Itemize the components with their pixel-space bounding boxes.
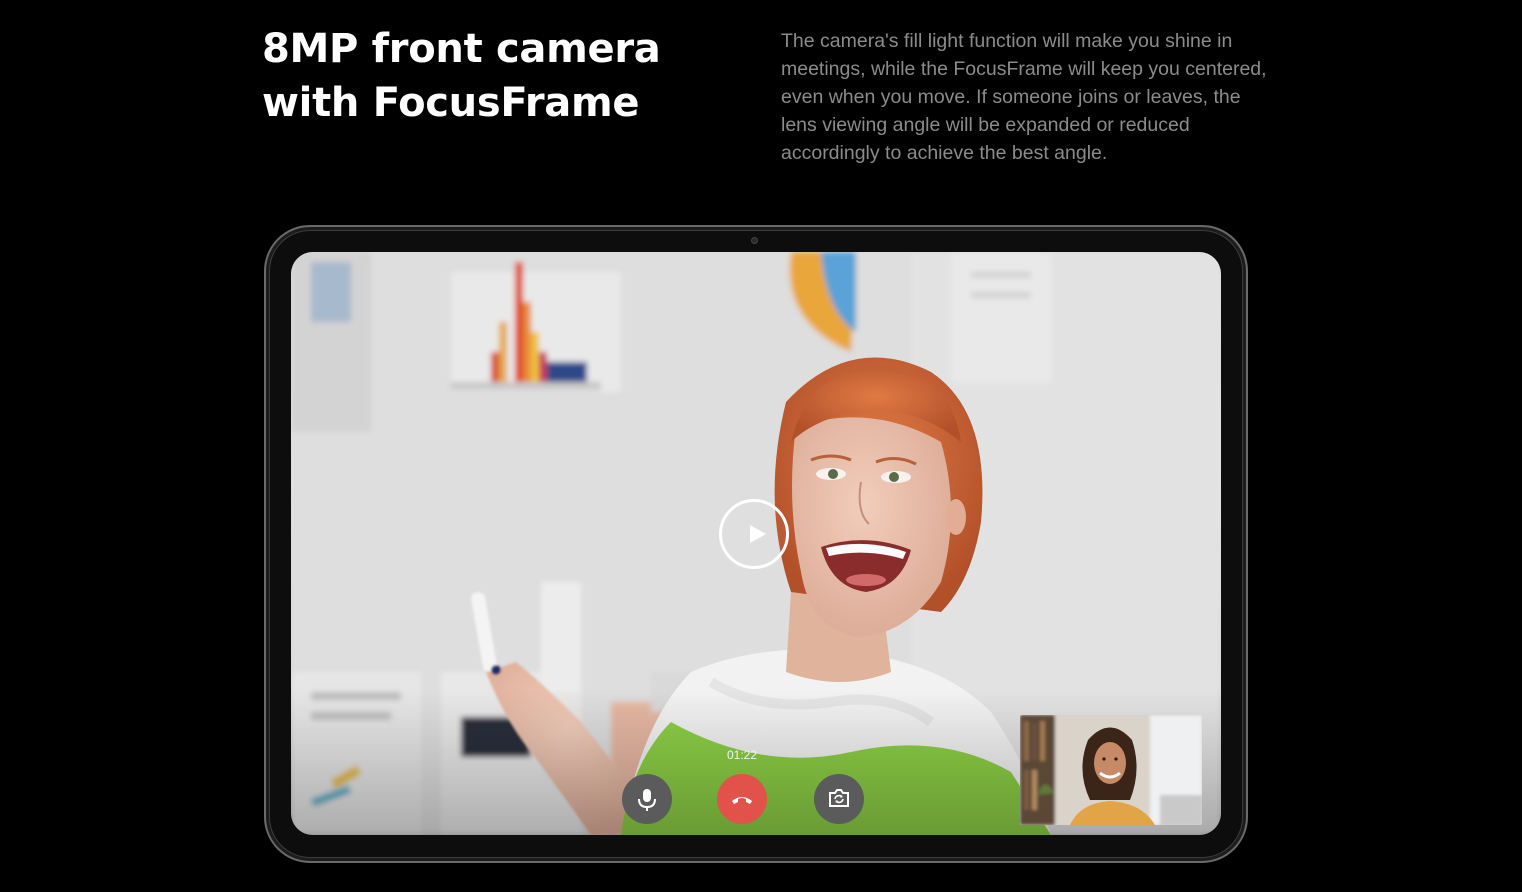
headline-line-1: 8MP front camera: [262, 26, 661, 72]
self-view-thumbnail[interactable]: [1020, 715, 1202, 825]
call-duration: 01:22: [726, 748, 758, 762]
play-icon: [750, 525, 766, 543]
front-camera-lens: [751, 237, 758, 244]
headline-line-2: with FocusFrame: [262, 80, 640, 126]
section-headline: 8MP front camera with FocusFrame: [262, 22, 722, 130]
camera-flip-icon: [829, 789, 849, 807]
mute-microphone-button[interactable]: [622, 774, 672, 824]
feature-description: The camera's fill light function will ma…: [781, 30, 1267, 164]
end-call-button[interactable]: [717, 774, 767, 824]
self-view-image: [1020, 715, 1202, 825]
microphone-icon: [638, 789, 656, 811]
play-video-button[interactable]: [719, 499, 789, 569]
switch-camera-button[interactable]: [814, 774, 864, 824]
video-call-preview[interactable]: 01:22: [291, 252, 1221, 835]
phone-hangup-icon: [732, 797, 752, 804]
